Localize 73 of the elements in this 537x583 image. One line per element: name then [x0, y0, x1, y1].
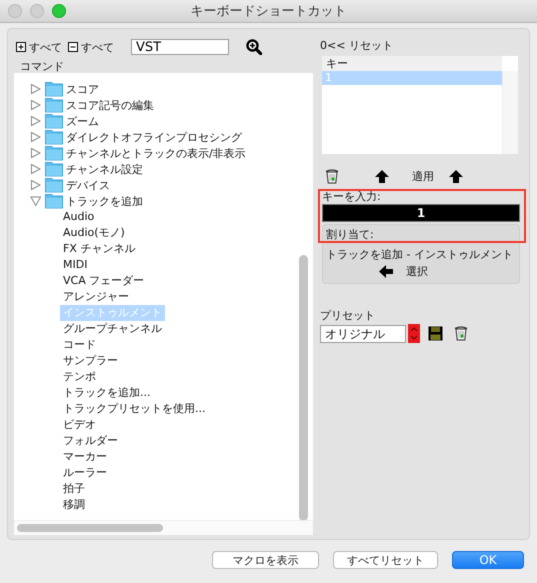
- key-input-field[interactable]: 1: [322, 204, 520, 222]
- collapse-all-button[interactable]: すべて: [68, 40, 114, 54]
- preset-label: プリセット: [320, 309, 375, 322]
- scrollbar-thumb[interactable]: [17, 524, 163, 532]
- tree-item[interactable]: グループチャンネル: [60, 321, 165, 337]
- window-title: キーボードショートカット: [190, 4, 346, 19]
- disclosure-triangle-icon[interactable]: [30, 83, 41, 95]
- tree-item[interactable]: マーカー: [60, 449, 110, 465]
- expand-all-button[interactable]: すべて: [16, 40, 62, 54]
- tree-item[interactable]: デバイス: [66, 178, 110, 192]
- zoom-button[interactable]: [52, 4, 66, 18]
- tree-item[interactable]: ダイレクトオフラインプロセシング: [66, 130, 242, 144]
- disclosure-triangle-icon[interactable]: [30, 195, 41, 207]
- tree-item[interactable]: トラックプリセットを使用...: [60, 401, 208, 417]
- tree-item[interactable]: スコア記号の編集: [66, 98, 154, 112]
- search-field[interactable]: VST: [131, 39, 229, 55]
- tree-item[interactable]: MIDI: [60, 257, 90, 273]
- folder-icon: [45, 177, 63, 193]
- tree-item[interactable]: サンプラー: [60, 353, 121, 369]
- tree-item[interactable]: ビデオ: [60, 417, 99, 433]
- folder-icon: [45, 161, 63, 177]
- disclosure-triangle-icon[interactable]: [30, 163, 41, 175]
- folder-icon: [45, 193, 63, 209]
- reset-button[interactable]: 0<< リセット: [320, 39, 393, 52]
- tree-item[interactable]: Audio: [60, 209, 98, 225]
- tree-item[interactable]: 拍子: [60, 481, 88, 497]
- folder-icon: [45, 145, 63, 161]
- tree-item[interactable]: テンポ: [60, 369, 99, 385]
- disclosure-triangle-icon[interactable]: [30, 147, 41, 159]
- tree-item[interactable]: ルーラー: [60, 465, 110, 481]
- column-header: コマンド: [20, 60, 64, 73]
- collapse-icon: [68, 42, 78, 52]
- field-label: 割り当て:: [326, 228, 374, 241]
- tree-item[interactable]: トラックを追加...: [60, 385, 154, 401]
- dialog-button[interactable]: マクロを表示: [212, 551, 319, 569]
- preset-dropdown[interactable]: オリジナル: [320, 324, 406, 342]
- dialog-button[interactable]: すべてリセット: [333, 551, 438, 569]
- assigned-command: トラックを追加 - インストゥルメント: [326, 248, 513, 261]
- scrollbar-track[interactable]: [502, 71, 518, 154]
- tree-item[interactable]: アレンジャー: [60, 289, 132, 305]
- folder-icon: [45, 113, 63, 129]
- left-arrow-icon[interactable]: [378, 264, 394, 279]
- tree-item[interactable]: FX チャンネル: [60, 241, 138, 257]
- scrollbar-thumb[interactable]: [299, 255, 308, 521]
- tree-item[interactable]: チャンネルとトラックの表示/非表示: [66, 146, 246, 160]
- disclosure-triangle-icon[interactable]: [30, 131, 41, 143]
- tree-item[interactable]: 移調: [60, 497, 88, 513]
- disclosure-triangle-icon[interactable]: [30, 99, 41, 111]
- select-button[interactable]: 選択: [406, 264, 428, 279]
- save-icon[interactable]: [428, 326, 443, 341]
- folder-icon: [45, 81, 63, 97]
- up-arrow-icon[interactable]: [448, 168, 464, 184]
- up-arrow-icon[interactable]: [374, 168, 390, 184]
- expand-icon: [16, 42, 26, 52]
- tree-item[interactable]: スコア: [66, 82, 99, 96]
- folder-icon: [45, 129, 63, 145]
- column-header: キー: [326, 57, 348, 70]
- tree-item[interactable]: トラックを追加: [66, 194, 143, 208]
- tree-item[interactable]: Audio(モノ): [60, 225, 128, 241]
- stepper-icon[interactable]: [408, 324, 420, 343]
- tree-item[interactable]: VCA フェーダー: [60, 273, 148, 289]
- trash-icon[interactable]: [453, 325, 469, 342]
- tree-item[interactable]: ズーム: [66, 114, 99, 128]
- trash-icon[interactable]: [324, 168, 340, 184]
- tree-item[interactable]: フォルダー: [60, 433, 121, 449]
- search-icon: [246, 39, 262, 55]
- disclosure-triangle-icon[interactable]: [30, 115, 41, 127]
- disclosure-triangle-icon[interactable]: [30, 179, 41, 191]
- apply-button[interactable]: 適用: [412, 168, 434, 184]
- field-label: キーを入力:: [322, 190, 381, 203]
- folder-icon: [45, 97, 63, 113]
- tree-item[interactable]: チャンネル設定: [66, 162, 143, 176]
- tree-item[interactable]: コード: [60, 337, 99, 353]
